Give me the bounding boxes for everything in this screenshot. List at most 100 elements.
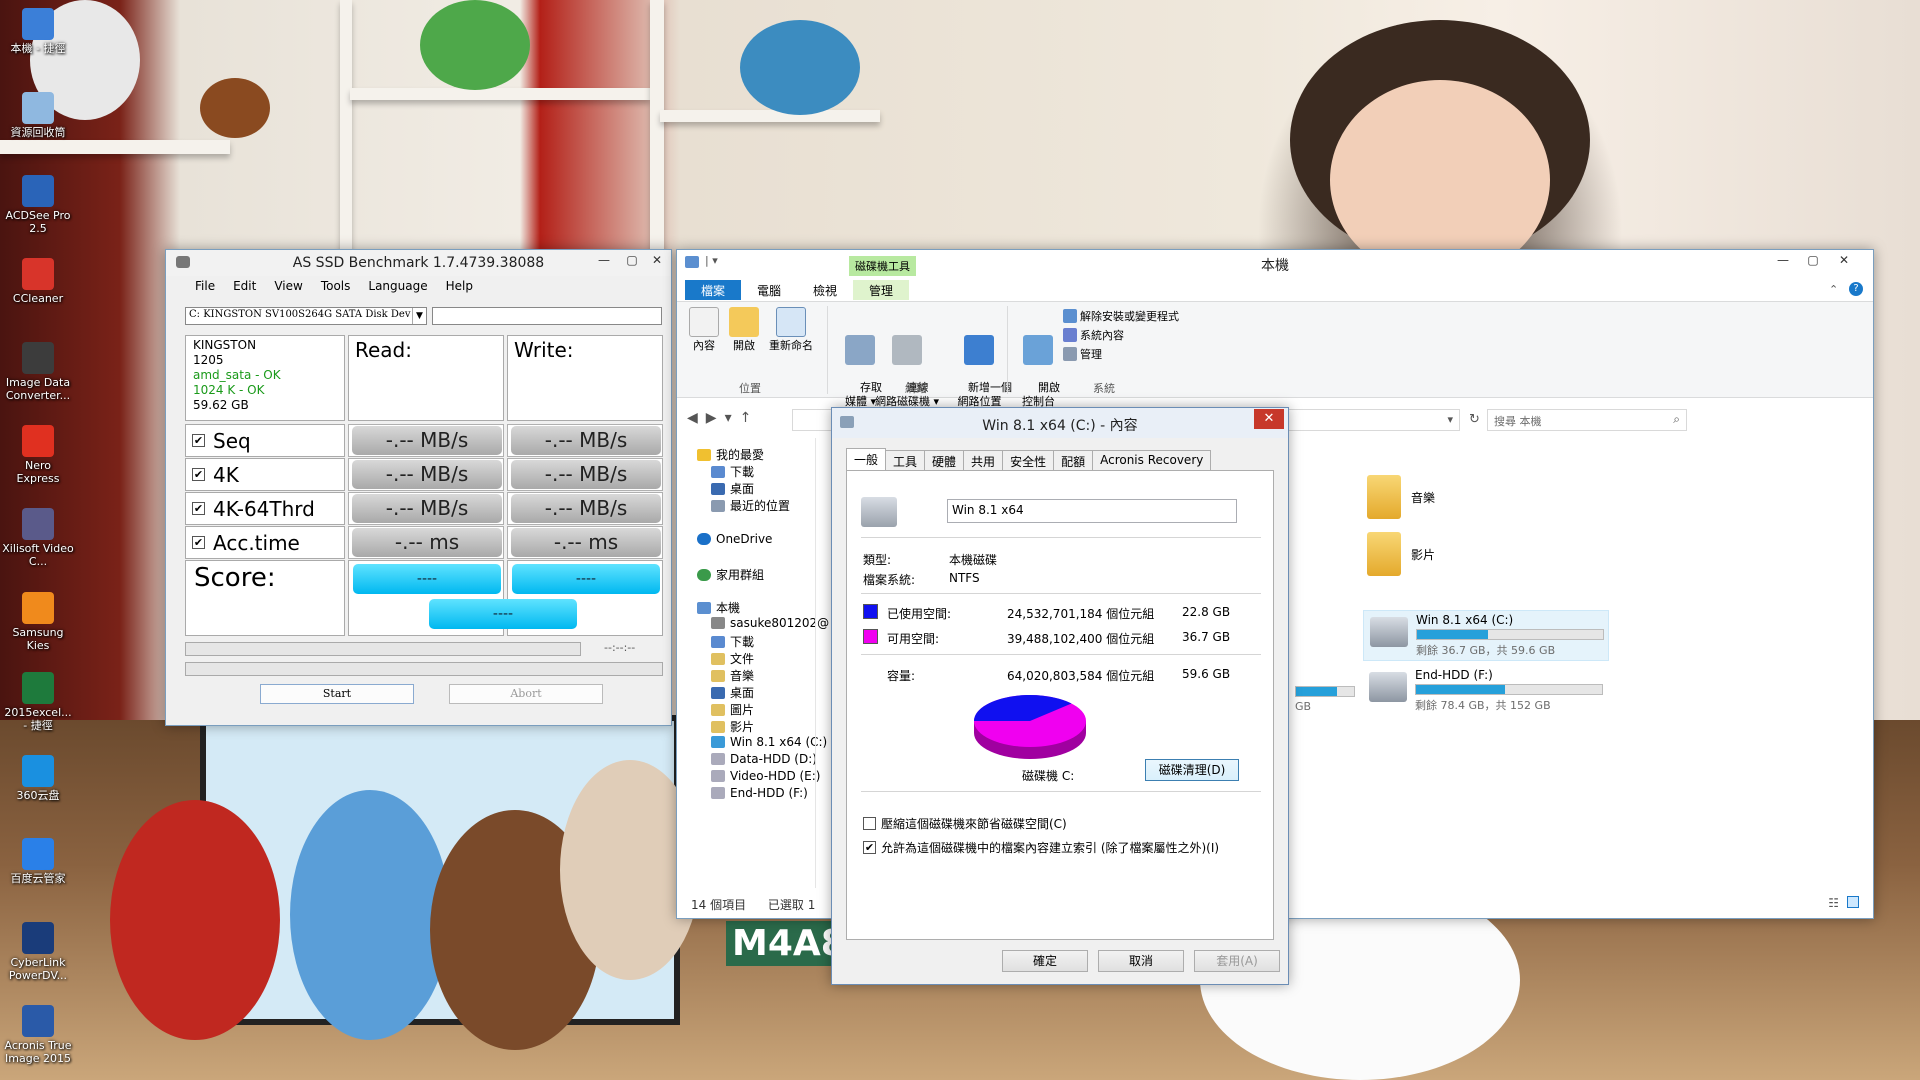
drive-size: 59.62 GB [193, 398, 249, 412]
desktop-icon-item[interactable]: 百度云管家 [2, 838, 74, 885]
chevron-down-icon[interactable]: ▼ [412, 308, 426, 324]
back-icon[interactable]: ◀ [687, 410, 698, 426]
nav-item-pc[interactable]: 圖片 [711, 701, 754, 718]
nav-this-pc[interactable]: 本機 [697, 599, 740, 616]
as-ssd-titlebar[interactable]: AS SSD Benchmark 1.7.4739.38088 — ▢ ✕ [166, 250, 671, 276]
menu-edit[interactable]: Edit [224, 276, 265, 296]
menu-file[interactable]: File [186, 276, 224, 296]
apply-button[interactable]: 套用(A) [1194, 950, 1280, 972]
desktop-icon-item[interactable]: 2015excel... - 捷徑 [2, 672, 74, 732]
abort-button[interactable]: Abort [449, 684, 603, 704]
test-checkbox[interactable]: ✔ [192, 502, 205, 515]
compress-checkbox[interactable] [863, 817, 876, 830]
properties-titlebar[interactable]: Win 8.1 x64 (C:) - 內容 ✕ [832, 408, 1288, 438]
nav-item-desktop[interactable]: 桌面 [711, 480, 754, 497]
tab-general[interactable]: 一般 [846, 448, 887, 472]
nav-item-pc[interactable]: 下載 [711, 633, 754, 650]
tiles-view-icon[interactable] [1847, 896, 1859, 908]
collapse-ribbon-icon[interactable]: ⌃ [1829, 283, 1838, 296]
close-icon[interactable]: ✕ [1827, 250, 1861, 270]
close-icon[interactable]: ✕ [640, 250, 674, 270]
open-button[interactable]: 開啟 [729, 307, 759, 353]
control-panel-button[interactable]: 開啟 控制台 [1017, 307, 1060, 423]
menu-help[interactable]: Help [437, 276, 482, 296]
compress-option[interactable]: 壓縮這個磁碟機來節省磁碟空間(C) [863, 815, 1067, 832]
menu-tools[interactable]: Tools [312, 276, 360, 296]
search-icon[interactable]: ⌕ [1673, 412, 1680, 427]
test-checkbox[interactable]: ✔ [192, 468, 205, 481]
test-checkbox[interactable]: ✔ [192, 536, 205, 549]
desktop-icon-item[interactable]: Samsung Kies [2, 592, 74, 652]
rename-button[interactable]: 重新命名 [769, 307, 813, 353]
desktop-icon-item[interactable]: 資源回收筒 [2, 92, 74, 139]
nav-item-pc[interactable]: 影片 [711, 718, 754, 735]
cancel-button[interactable]: 取消 [1098, 950, 1184, 972]
nav-item-pc[interactable]: 桌面 [711, 684, 754, 701]
close-icon[interactable]: ✕ [1254, 409, 1284, 429]
nav-item-pc[interactable]: Video-HDD (E:) [711, 769, 820, 783]
index-option[interactable]: ✔ 允許為這個磁碟機中的檔案內容建立索引 (除了檔案屬性之外)(I) [863, 839, 1219, 856]
map-drive-button[interactable]: 連線 網路磁碟機 ▾ [875, 307, 939, 423]
extra-field[interactable] [432, 307, 662, 325]
disk-cleanup-button[interactable]: 磁碟清理(D) [1145, 759, 1239, 781]
chevron-down-icon[interactable]: ▾ [1447, 413, 1453, 426]
menu-view[interactable]: View [265, 276, 311, 296]
nav-item-recent[interactable]: 最近的位置 [711, 497, 790, 514]
properties-button[interactable]: 內容 [689, 307, 719, 353]
tab-manage[interactable]: 管理 [853, 280, 910, 300]
desktop-icon-item[interactable]: Acronis True Image 2015 [2, 1005, 74, 1065]
nav-favorites[interactable]: 我的最愛 [697, 446, 764, 463]
search-input[interactable]: 搜尋 本機 ⌕ [1487, 409, 1687, 431]
nav-item-pc[interactable]: Data-HDD (D:) [711, 752, 817, 766]
minimize-icon[interactable]: — [1769, 250, 1797, 270]
desktop-icon-item[interactable]: ACDSee Pro 2.5 [2, 175, 74, 235]
nav-item-pc[interactable]: Win 8.1 x64 (C:) [711, 735, 827, 749]
drive-tile[interactable]: End-HDD (F:) 剩餘 78.4 GB，共 152 GB [1363, 666, 1607, 715]
folder-videos[interactable]: 影片 [1367, 532, 1435, 576]
ribbon: 內容 開啟 重新命名 位置 存取 媒體 ▾ 連線 網路磁碟機 ▾ 新增一個 網路… [677, 301, 1873, 408]
menu-language[interactable]: Language [359, 276, 436, 296]
minimize-icon[interactable]: — [590, 250, 618, 270]
drive-name-field[interactable]: Win 8.1 x64 [947, 499, 1237, 523]
pane-divider[interactable] [815, 438, 816, 888]
start-button[interactable]: Start [260, 684, 414, 704]
maximize-icon[interactable]: ▢ [1799, 250, 1827, 270]
desktop-icon-item[interactable]: Nero Express [2, 425, 74, 485]
desktop-icon-item[interactable]: CyberLink PowerDV... [2, 922, 74, 982]
drive-select[interactable]: C: KINGSTON SV100S264G SATA Disk Dev ▼ [185, 307, 427, 325]
tab-computer[interactable]: 電腦 [741, 280, 797, 300]
forward-icon[interactable]: ▶ [706, 410, 717, 426]
tab-view[interactable]: 檢視 [797, 280, 853, 300]
nav-item-downloads[interactable]: 下載 [711, 463, 754, 480]
drive-tile[interactable]: Win 8.1 x64 (C:) 剩餘 36.7 GB，共 59.6 GB [1363, 610, 1609, 661]
chevron-down-icon[interactable]: ▾ [725, 410, 732, 426]
drive-name: Win 8.1 x64 (C:) [1416, 613, 1514, 627]
uninstall-button[interactable]: 解除安裝或變更程式 [1063, 308, 1179, 324]
ok-button[interactable]: 確定 [1002, 950, 1088, 972]
drive-usage-bar [1416, 629, 1604, 640]
nav-homegroup[interactable]: 家用群組 [697, 566, 764, 583]
desktop-icon-item[interactable]: CCleaner [2, 258, 74, 305]
nav-item-pc[interactable]: sasuke801202@ [711, 616, 829, 630]
desktop-icon-item[interactable]: Image Data Converter... [2, 342, 74, 402]
nav-onedrive[interactable]: OneDrive [697, 532, 772, 546]
system-properties-button[interactable]: 系統內容 [1063, 327, 1124, 343]
nav-item-pc[interactable]: End-HDD (F:) [711, 786, 808, 800]
test-checkbox[interactable]: ✔ [192, 434, 205, 447]
nav-item-pc[interactable]: 文件 [711, 650, 754, 667]
refresh-icon[interactable]: ↻ [1469, 412, 1480, 427]
index-checkbox[interactable]: ✔ [863, 841, 876, 854]
desktop-icon-item[interactable]: 360云盘 [2, 755, 74, 802]
add-network-location-button[interactable]: 新增一個 網路位置 [947, 307, 1012, 423]
help-icon[interactable]: ? [1849, 282, 1863, 296]
tab-file[interactable]: 檔案 [685, 280, 742, 300]
explorer-titlebar[interactable]: | ▾ 磁碟機工具 本機 — ▢ ✕ [677, 250, 1873, 276]
nav-label: 文件 [730, 652, 755, 666]
nav-item-pc[interactable]: 音樂 [711, 667, 754, 684]
details-view-icon[interactable]: ☷ [1828, 896, 1839, 910]
desktop-icon-item[interactable]: Xilisoft Video C... [2, 508, 74, 568]
manage-button[interactable]: 管理 [1063, 346, 1102, 362]
desktop-icon-item[interactable]: 本機 - 捷徑 [2, 8, 74, 55]
folder-music[interactable]: 音樂 [1367, 475, 1435, 519]
up-icon[interactable]: ↑ [740, 410, 752, 426]
